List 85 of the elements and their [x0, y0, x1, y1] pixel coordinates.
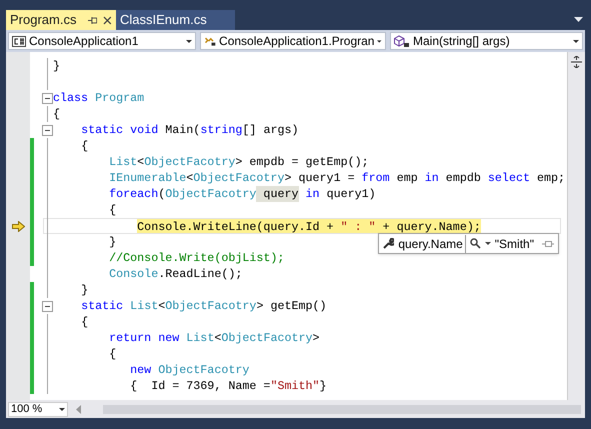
code-token: }	[109, 234, 116, 250]
expression-text: query.Name	[398, 234, 466, 252]
code-token: {	[81, 314, 88, 330]
code-token: {	[81, 138, 88, 154]
code-token: {	[109, 202, 116, 218]
code-token: foreach	[109, 186, 158, 202]
code-token: > getEmp()	[256, 298, 327, 314]
code-token: ObjectFacotry	[165, 298, 256, 314]
value-text: "Smith"	[494, 236, 534, 252]
navigation-dropdown[interactable]: ConsoleApplication1	[8, 32, 196, 50]
dropdown-icon[interactable]	[574, 17, 583, 22]
code-token: static	[81, 122, 124, 138]
vertical-scrollbar[interactable]	[567, 52, 585, 400]
code-token: empdb	[444, 170, 482, 186]
zoom-combo[interactable]: 100 %	[8, 402, 68, 416]
code-token: new	[157, 330, 180, 346]
pin-icon[interactable]	[88, 16, 98, 24]
zoom-text: 100 %	[11, 402, 44, 417]
search-icon[interactable]	[470, 238, 481, 249]
splitter-icon[interactable]	[571, 56, 582, 68]
wrench-icon	[383, 238, 394, 249]
code-token: {	[109, 346, 116, 362]
code-token: .ReadLine();	[158, 266, 242, 282]
code-comment: //Console.Write(objList);	[109, 250, 284, 266]
collapse-icon[interactable]	[42, 124, 53, 136]
code-token: ObjectFacotry	[157, 362, 250, 378]
caret-icon	[573, 40, 579, 42]
code-token: query1)	[326, 186, 376, 202]
code-token: ObjectFacotry	[193, 170, 284, 186]
code-token: emp	[396, 170, 419, 186]
code-token: <	[186, 170, 194, 186]
code-token: Program	[94, 90, 144, 106]
code-token: > query1 =	[284, 170, 356, 186]
code-token: (	[158, 186, 166, 202]
code-token: " : "	[340, 219, 376, 233]
code-token: return	[109, 330, 152, 346]
code-token: [] args)	[242, 122, 299, 138]
code-token: <	[137, 154, 144, 170]
navigation-dropdown[interactable]: ConsoleApplication1.Progran	[200, 32, 386, 50]
code-token: { Id = 7369, Name =	[130, 378, 270, 394]
code-token: string	[200, 122, 242, 138]
code-token: emp;	[536, 170, 566, 186]
code-token: Main(	[164, 122, 200, 138]
code-token: void	[129, 122, 158, 138]
code-token: {	[53, 106, 60, 122]
code-token: + query.Name);	[376, 219, 481, 233]
caret-icon	[377, 40, 382, 42]
data-tip[interactable]: query.Name "Smith"	[378, 233, 559, 254]
code-token: class	[53, 90, 88, 106]
caret-icon[interactable]	[484, 242, 491, 245]
code-token: Console.WriteLine(query.Id +	[137, 219, 341, 233]
document-tab[interactable]: ClassIEnum.cs	[116, 10, 235, 30]
code-token: <	[158, 298, 166, 314]
code-token: List	[129, 298, 158, 314]
code-token: > empdb = getEmp();	[235, 154, 369, 170]
code-token: ObjectFacotry	[221, 330, 313, 346]
code-token: Console	[109, 266, 158, 282]
code-token: }	[53, 58, 60, 74]
code-token: in	[424, 170, 439, 186]
code-token: IEnumerable	[109, 170, 186, 186]
collapse-icon[interactable]	[42, 300, 53, 312]
code-token: in	[304, 186, 320, 202]
code-token: ObjectFacotry	[165, 186, 256, 202]
collapse-icon[interactable]	[42, 92, 53, 104]
code-token: query	[256, 186, 299, 202]
navigation-dropdown[interactable]: Main(string[] args)	[390, 32, 583, 50]
code-token: ObjectFacotry	[144, 154, 236, 170]
code-token: from	[362, 170, 390, 186]
code-token: >	[312, 330, 320, 346]
code-token: static	[81, 298, 124, 314]
code-token: select	[488, 170, 530, 186]
code-token: "Smith"	[270, 378, 320, 394]
caret-icon	[59, 408, 65, 410]
cube-icon	[394, 34, 410, 48]
code-token: }	[81, 282, 88, 298]
code-token: }	[320, 378, 327, 394]
close-icon[interactable]	[103, 16, 112, 24]
code-token: List	[109, 154, 138, 170]
horizontal-scrollbar-thumb[interactable]	[103, 404, 581, 414]
code-token: List	[185, 330, 214, 346]
code-token: new	[130, 362, 152, 378]
document-tab[interactable]: Program.cs	[6, 10, 116, 30]
caret-icon	[186, 40, 192, 42]
csharp-project-icon	[12, 36, 26, 46]
code-token: <	[214, 330, 222, 346]
